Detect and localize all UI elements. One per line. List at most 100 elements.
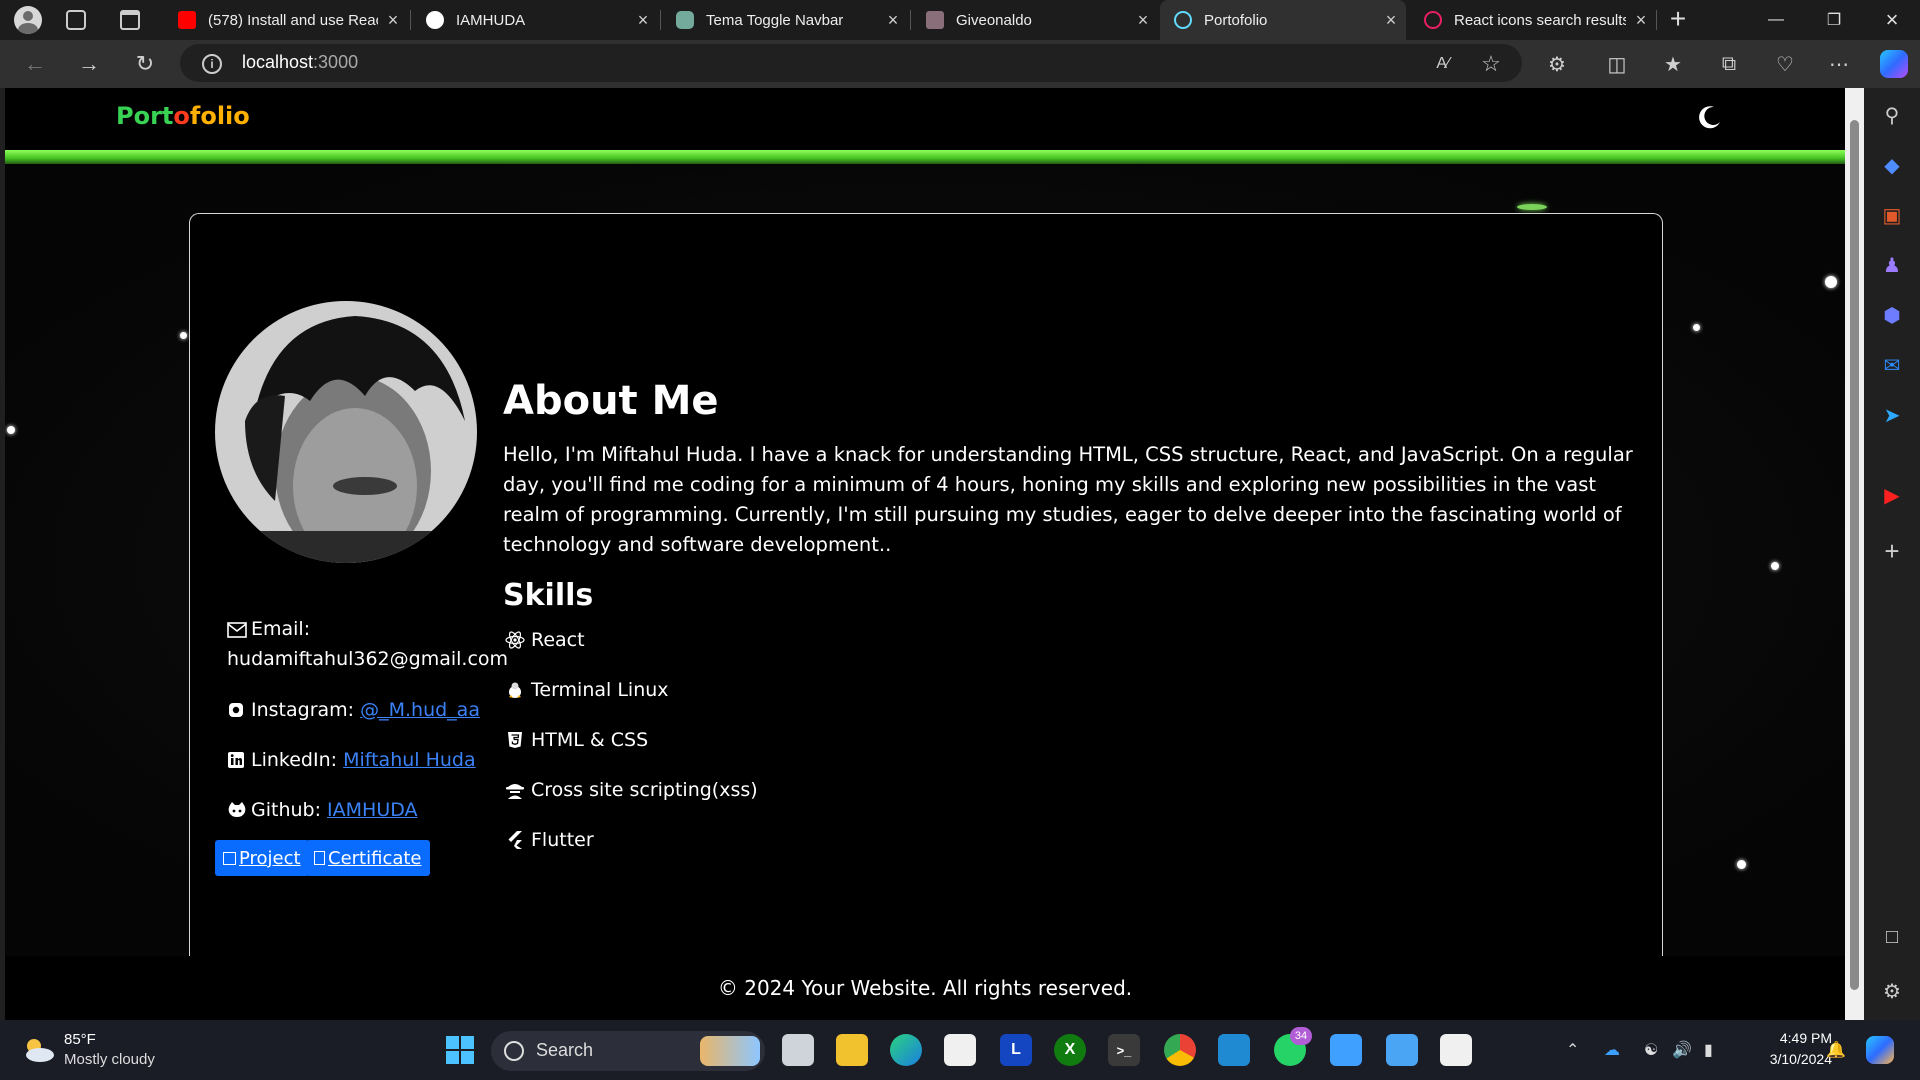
restore-button[interactable]: ❐ bbox=[1806, 0, 1862, 40]
tab-portofolio[interactable]: Portofolio × bbox=[1160, 0, 1406, 40]
favorites-icon[interactable]: ★ bbox=[1656, 48, 1690, 80]
shopping-icon[interactable]: ◆ bbox=[1879, 152, 1905, 178]
microsoft-store-icon[interactable] bbox=[944, 1034, 976, 1066]
tab-github[interactable]: IAMHUDA × bbox=[412, 0, 658, 40]
task-view-icon[interactable] bbox=[782, 1034, 814, 1066]
sidebar-settings-icon[interactable]: ⚙ bbox=[1879, 978, 1905, 1004]
onedrive-icon[interactable]: ☁ bbox=[1604, 1040, 1620, 1060]
about-title: About Me bbox=[503, 378, 719, 424]
close-tab-icon[interactable]: × bbox=[378, 10, 408, 31]
linkedin-link[interactable]: Miftahul Huda bbox=[343, 749, 476, 771]
flutter-icon bbox=[505, 830, 525, 850]
back-button[interactable]: ← bbox=[18, 48, 52, 80]
profile-photo bbox=[215, 301, 477, 563]
extensions-icon[interactable]: ⚙ bbox=[1540, 48, 1574, 80]
notepad-icon[interactable] bbox=[1386, 1034, 1418, 1066]
read-aloud-icon[interactable]: A⁄ bbox=[1426, 48, 1460, 80]
youtube-icon bbox=[178, 11, 196, 29]
instagram-contact: Instagram: @_M.hud_aa bbox=[227, 695, 480, 725]
close-tab-icon[interactable]: × bbox=[1626, 10, 1656, 31]
close-tab-icon[interactable]: × bbox=[878, 10, 908, 31]
envelope-icon bbox=[227, 617, 247, 638]
navbar bbox=[5, 88, 1845, 150]
tools-icon[interactable]: ▣ bbox=[1879, 202, 1905, 228]
l-app-icon[interactable]: L bbox=[1000, 1034, 1032, 1066]
skill-item: Terminal Linux bbox=[505, 679, 669, 701]
clock-date[interactable]: 3/10/2024 bbox=[1740, 1051, 1832, 1067]
close-tab-icon[interactable]: × bbox=[1128, 10, 1158, 31]
tab-react-icons[interactable]: React icons search results × bbox=[1410, 0, 1656, 40]
project-button[interactable]: Project bbox=[215, 840, 309, 876]
react-icons-icon bbox=[1424, 11, 1442, 29]
youtube-sidebar-icon[interactable]: ▶ bbox=[1879, 482, 1905, 508]
chatgpt-icon bbox=[676, 11, 694, 29]
outlook-icon[interactable]: ✉ bbox=[1879, 352, 1905, 378]
xbox-icon[interactable]: X bbox=[1054, 1034, 1086, 1066]
email-contact: Email: hudamiftahul362@gmail.com bbox=[227, 617, 509, 670]
profile-avatar-icon[interactable] bbox=[14, 6, 42, 34]
brand-logo[interactable]: Portofolio bbox=[116, 102, 250, 130]
copilot-icon[interactable] bbox=[1880, 50, 1908, 78]
volume-icon[interactable]: 🔊 bbox=[1672, 1040, 1692, 1060]
workspaces-icon[interactable] bbox=[66, 10, 86, 30]
collections-icon[interactable]: ⧉ bbox=[1712, 48, 1746, 80]
vertical-tabs-icon[interactable] bbox=[120, 10, 140, 30]
address-bar[interactable] bbox=[180, 44, 1522, 82]
github-contact: Github: IAMHUDA bbox=[227, 795, 418, 825]
new-tab-button[interactable]: + bbox=[1662, 4, 1694, 36]
drop-icon[interactable]: ➤ bbox=[1879, 402, 1905, 428]
browser-essentials-icon[interactable]: ♡ bbox=[1768, 48, 1802, 80]
tab-giveonaldo[interactable]: Giveonaldo × bbox=[912, 0, 1158, 40]
weather-description: Mostly cloudy bbox=[64, 1051, 155, 1068]
wifi-icon[interactable]: ☯ bbox=[1644, 1040, 1658, 1060]
split-screen-icon[interactable]: ◫ bbox=[1600, 48, 1634, 80]
paint-icon[interactable] bbox=[1330, 1034, 1362, 1066]
copilot-taskbar-icon[interactable] bbox=[1866, 1036, 1894, 1064]
react-icon bbox=[505, 630, 525, 650]
instagram-link[interactable]: @_M.hud_aa bbox=[360, 699, 480, 721]
search-icon[interactable]: ⚲ bbox=[1879, 102, 1905, 128]
games-icon[interactable]: ♟ bbox=[1879, 252, 1905, 278]
microsoft-365-icon[interactable]: ⬢ bbox=[1879, 302, 1905, 328]
linkedin-icon bbox=[227, 748, 247, 768]
refresh-button[interactable]: ↻ bbox=[128, 48, 162, 80]
weather-temperature: 85°F bbox=[64, 1031, 96, 1048]
battery-icon[interactable]: ▮ bbox=[1704, 1040, 1713, 1060]
snipping-tool-icon[interactable] bbox=[1440, 1034, 1472, 1066]
weather-icon[interactable] bbox=[20, 1036, 56, 1064]
image-favicon bbox=[926, 11, 944, 29]
screenshot-icon[interactable]: □ bbox=[1879, 924, 1905, 950]
skills-title: Skills bbox=[503, 578, 594, 613]
clock-time[interactable]: 4:49 PM bbox=[1750, 1030, 1832, 1046]
linkedin-contact: LinkedIn: Miftahul Huda bbox=[227, 745, 476, 775]
certificate-button[interactable]: Certificate bbox=[306, 840, 430, 876]
add-sidebar-icon[interactable]: + bbox=[1879, 536, 1905, 566]
terminal-icon[interactable]: >_ bbox=[1108, 1034, 1140, 1066]
skill-item: HTML & CSS bbox=[505, 729, 648, 751]
file-explorer-icon[interactable] bbox=[836, 1034, 868, 1066]
edge-browser-icon[interactable] bbox=[890, 1034, 922, 1066]
close-tab-icon[interactable]: × bbox=[628, 10, 658, 31]
tab-chatgpt[interactable]: Tema Toggle Navbar × bbox=[662, 0, 908, 40]
site-info-icon[interactable]: i bbox=[202, 54, 222, 74]
minimize-button[interactable]: — bbox=[1748, 0, 1804, 40]
moon-icon[interactable] bbox=[1695, 102, 1725, 132]
chrome-icon[interactable] bbox=[1164, 1034, 1196, 1066]
github-icon bbox=[227, 798, 247, 817]
windows-start-icon[interactable] bbox=[446, 1036, 474, 1064]
tray-overflow-icon[interactable]: ⌃ bbox=[1566, 1040, 1579, 1060]
close-tab-icon[interactable]: × bbox=[1376, 10, 1406, 31]
vscode-icon[interactable] bbox=[1218, 1034, 1250, 1066]
favorite-star-icon[interactable]: ☆ bbox=[1474, 48, 1508, 80]
scrollbar-thumb[interactable] bbox=[1850, 120, 1859, 990]
notification-bell-icon[interactable]: 🔔 bbox=[1826, 1040, 1846, 1060]
taskbar-search-label: Search bbox=[536, 1040, 594, 1060]
forward-button[interactable]: → bbox=[72, 48, 106, 80]
settings-more-icon[interactable]: ⋯ bbox=[1822, 48, 1856, 80]
tab-youtube[interactable]: (578) Install and use React × bbox=[164, 0, 408, 40]
url-text[interactable]: localhost:3000 bbox=[242, 52, 358, 73]
github-link[interactable]: IAMHUDA bbox=[327, 799, 417, 821]
close-window-button[interactable]: × bbox=[1864, 0, 1920, 40]
skill-item: Flutter bbox=[505, 829, 594, 851]
search-highlight-icon bbox=[700, 1036, 760, 1066]
